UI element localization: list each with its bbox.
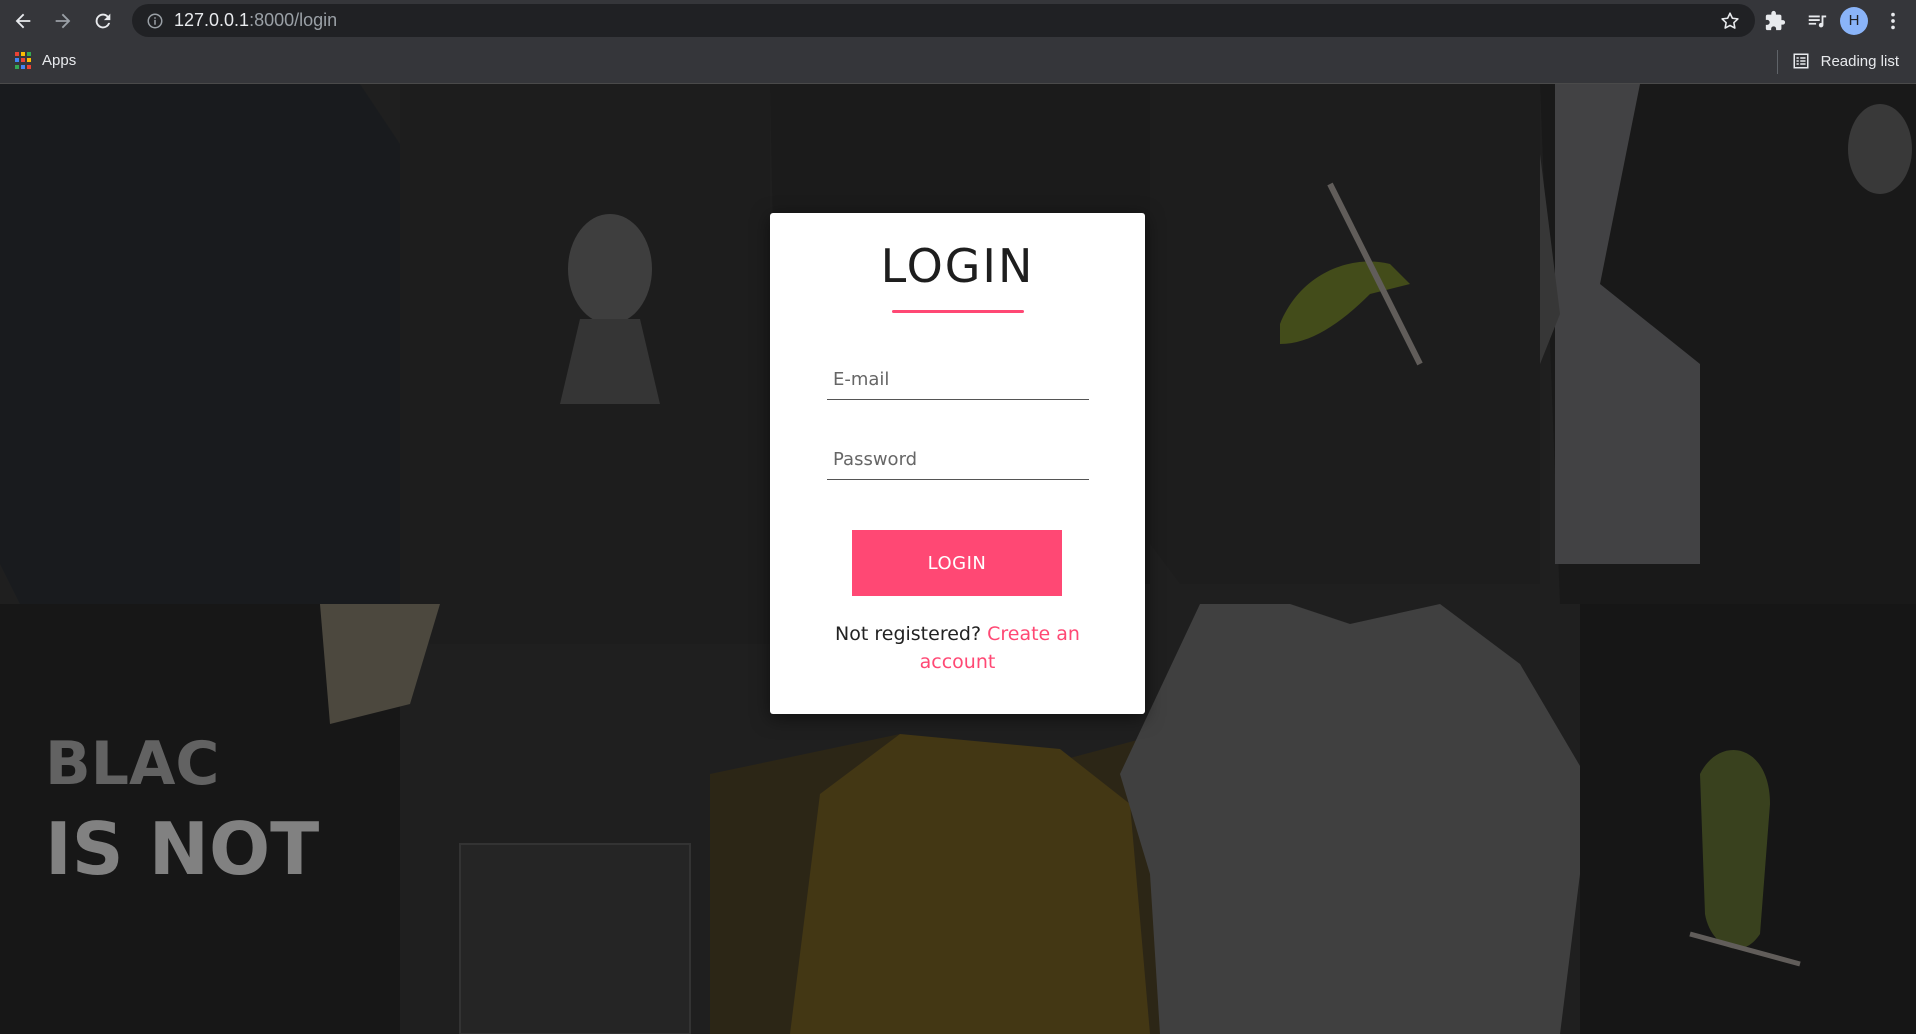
login-page: IS NOT BLAC LOGIN LOGIN Not registered? … [0, 84, 1916, 1034]
forward-arrow-icon [55, 13, 71, 28]
address-bar[interactable]: 127.0.0.1:8000/login [132, 4, 1755, 37]
extensions-puzzle-icon [1765, 10, 1786, 30]
login-card: LOGIN LOGIN Not registered? Create an ac… [770, 213, 1145, 714]
url-text[interactable]: 127.0.0.1:8000/login [174, 10, 337, 31]
reading-list-icon [1793, 53, 1809, 69]
browser-toolbar: 127.0.0.1:8000/login H [0, 0, 1916, 41]
forward-button[interactable] [46, 4, 80, 38]
more-vert-icon [1891, 12, 1895, 29]
profile-avatar[interactable]: H [1840, 6, 1868, 35]
login-button[interactable]: LOGIN [852, 530, 1062, 596]
reload-icon [95, 13, 111, 28]
media-button[interactable] [1798, 2, 1836, 40]
info-icon[interactable] [146, 12, 164, 30]
bookmarks-bar: Apps Reading list [0, 41, 1916, 84]
extensions-button[interactable] [1756, 2, 1794, 40]
star-icon[interactable] [1719, 10, 1741, 32]
reading-list-button[interactable]: Reading list [1776, 50, 1899, 74]
back-button[interactable] [6, 4, 40, 38]
email-input[interactable] [827, 360, 1089, 400]
apps-grid-icon [15, 52, 32, 69]
reading-list-label: Reading list [1820, 52, 1899, 70]
register-prompt: Not registered? Create an account [810, 620, 1105, 676]
apps-bookmark[interactable]: Apps [15, 52, 76, 69]
menu-button[interactable] [1874, 2, 1912, 40]
login-title: LOGIN [880, 239, 1035, 293]
apps-label: Apps [42, 52, 77, 69]
divider [1776, 50, 1778, 74]
password-input[interactable] [827, 440, 1089, 480]
media-queue-icon [1808, 15, 1827, 27]
back-arrow-icon [15, 13, 31, 28]
title-underline [891, 309, 1024, 313]
register-prompt-text: Not registered? [835, 623, 982, 645]
reload-button[interactable] [86, 4, 120, 38]
